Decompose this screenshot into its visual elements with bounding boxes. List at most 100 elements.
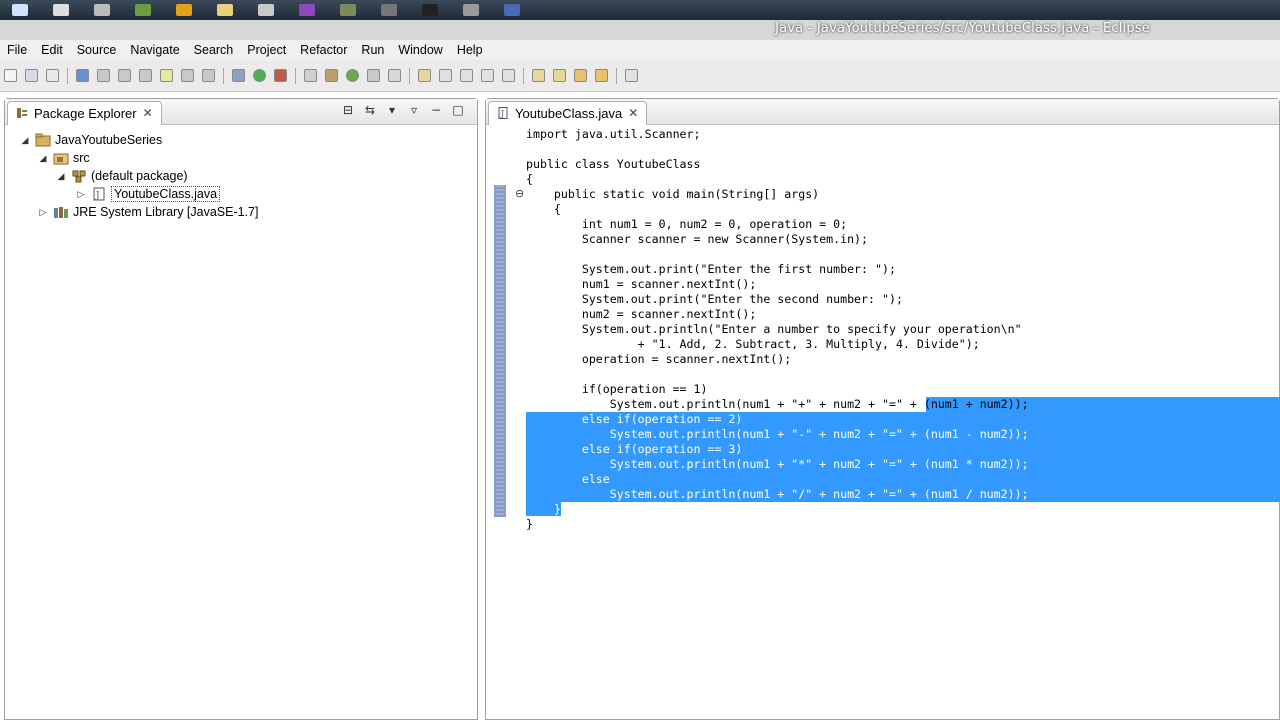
prev-annotation-icon[interactable]	[553, 69, 566, 82]
save-icon[interactable]	[25, 69, 38, 82]
forward-icon[interactable]	[595, 69, 608, 82]
debug-run-icon[interactable]	[232, 69, 245, 82]
toolbar-separator	[616, 67, 617, 84]
code-line-selected: System.out.println(num1 + "-" + num2 + "…	[526, 427, 1280, 442]
code-line: operation = scanner.nextInt();	[526, 352, 792, 366]
taskbar-app-icon[interactable]	[504, 4, 520, 16]
back-icon[interactable]	[574, 69, 587, 82]
code-line-selected: else	[526, 472, 1280, 487]
step-into-icon[interactable]	[160, 69, 173, 82]
taskbar-app-icon[interactable]	[135, 4, 151, 16]
skip-icon[interactable]	[97, 69, 110, 82]
expanded-arrow-icon[interactable]: ◢	[37, 153, 49, 164]
menu-help[interactable]: Help	[450, 43, 490, 57]
new-package-icon[interactable]	[325, 69, 338, 82]
java-file-icon: J	[93, 187, 105, 201]
menu-run[interactable]: Run	[354, 43, 391, 57]
close-icon[interactable]: ✕	[143, 106, 153, 120]
search-icon[interactable]	[388, 69, 401, 82]
code-line: public static void main(String[] args)	[526, 187, 820, 201]
code-line-selected: System.out.println(num1 + "*" + num2 + "…	[526, 457, 1280, 472]
tree-node-src[interactable]: ◢ src	[5, 149, 477, 167]
code-line: {	[526, 172, 533, 186]
pin-icon[interactable]	[502, 69, 515, 82]
external-tools-icon[interactable]	[274, 69, 287, 82]
menu-window[interactable]: Window	[391, 43, 449, 57]
toggle-block-icon[interactable]	[460, 69, 473, 82]
tree-node-project[interactable]: ◢ JavaYoutubeSeries	[5, 131, 477, 149]
minimize-icon[interactable]: −	[429, 103, 443, 117]
code-line-text: }	[526, 502, 561, 516]
tree-node-file[interactable]: ▷ J YoutubeClass.java	[5, 185, 477, 203]
tree-node-jre-library[interactable]: ▷ JRE System Library [JavaSE-1.7]	[5, 203, 477, 221]
open-type-icon[interactable]	[367, 69, 380, 82]
new-class-icon[interactable]	[346, 69, 359, 82]
link-with-editor-icon[interactable]: ⇆	[363, 103, 377, 117]
tab-youtubeclass-java[interactable]: J YoutubeClass.java ✕	[488, 100, 648, 125]
next-annotation-icon[interactable]	[532, 69, 545, 82]
perspective-icon[interactable]	[625, 69, 638, 82]
step-over-icon[interactable]	[181, 69, 194, 82]
menu-file[interactable]: File	[0, 43, 34, 57]
show-whitespace-icon[interactable]	[481, 69, 494, 82]
collapsed-arrow-icon[interactable]: ▷	[37, 207, 49, 218]
toggle-mark-icon[interactable]	[439, 69, 452, 82]
java-file-icon: J	[498, 107, 508, 119]
code-line: int num1 = 0, num2 = 0, operation = 0;	[526, 217, 848, 231]
filter-icon[interactable]: ▾	[385, 103, 399, 117]
taskbar	[0, 0, 1280, 20]
print-icon[interactable]	[46, 69, 59, 82]
taskbar-app-icon[interactable]	[422, 4, 438, 16]
taskbar-app-icon[interactable]	[258, 4, 274, 16]
start-icon[interactable]	[12, 4, 28, 16]
step-icon[interactable]	[118, 69, 131, 82]
taskbar-app-icon[interactable]	[94, 4, 110, 16]
taskbar-app-icon[interactable]	[176, 4, 192, 16]
collapse-fold-icon[interactable]: ⊖	[515, 187, 524, 200]
code-editor[interactable]: import java.util.Scanner; public class Y…	[526, 127, 1280, 532]
expanded-arrow-icon[interactable]: ◢	[19, 135, 31, 146]
maximize-icon[interactable]: □	[451, 103, 465, 117]
expanded-arrow-icon[interactable]: ◢	[55, 171, 67, 182]
code-line: System.out.println("Enter a number to sp…	[526, 322, 1022, 336]
tab-label: Package Explorer	[34, 105, 137, 121]
taskbar-app-icon[interactable]	[299, 4, 315, 16]
menu-navigate[interactable]: Navigate	[123, 43, 186, 57]
debug-icon[interactable]	[76, 69, 89, 82]
package-name: (default package)	[91, 169, 188, 183]
range-indicator-fill	[496, 185, 504, 517]
tree-node-package[interactable]: ◢ (default package)	[5, 167, 477, 185]
code-line-selected: }	[526, 502, 1280, 517]
package-explorer-icon	[17, 108, 27, 118]
selection-range-indicator	[494, 185, 506, 517]
menu-refactor[interactable]: Refactor	[293, 43, 354, 57]
menu-project[interactable]: Project	[240, 43, 293, 57]
run-icon[interactable]	[253, 69, 266, 82]
taskbar-app-icon[interactable]	[463, 4, 479, 16]
project-tree: ◢ JavaYoutubeSeries ◢ src ◢ (default pac…	[5, 125, 477, 221]
code-line-selected: else if(operation == 2)	[526, 412, 1280, 427]
terminate-icon[interactable]	[139, 69, 152, 82]
menu-search[interactable]: Search	[187, 43, 241, 57]
close-icon[interactable]: ✕	[628, 106, 638, 120]
jre-library-name: JRE System Library [JavaSE-1.7]	[73, 205, 259, 219]
taskbar-app-icon[interactable]	[381, 4, 397, 16]
code-line-text: System.out.println(num1 + "+" + num2 + "…	[526, 397, 1029, 411]
menu-source[interactable]: Source	[70, 43, 124, 57]
collapse-all-icon[interactable]: ⊟	[341, 103, 355, 117]
taskbar-app-icon[interactable]	[340, 4, 356, 16]
collapsed-arrow-icon[interactable]: ▷	[75, 189, 87, 200]
file-name: YoutubeClass.java	[111, 186, 221, 202]
new-java-project-icon[interactable]	[304, 69, 317, 82]
new-icon[interactable]	[4, 69, 17, 82]
code-line: import java.util.Scanner;	[526, 127, 701, 141]
source-folder-icon	[53, 153, 69, 165]
view-menu-icon[interactable]: ▿	[407, 103, 421, 117]
taskbar-app-icon[interactable]	[53, 4, 69, 16]
tab-package-explorer[interactable]: Package Explorer ✕	[7, 100, 162, 125]
view-toolbar: ⊟ ⇆ ▾ ▿ − □	[341, 103, 465, 117]
taskbar-app-icon[interactable]	[217, 4, 233, 16]
annotation-icon[interactable]	[418, 69, 431, 82]
step-return-icon[interactable]	[202, 69, 215, 82]
menu-edit[interactable]: Edit	[34, 43, 70, 57]
